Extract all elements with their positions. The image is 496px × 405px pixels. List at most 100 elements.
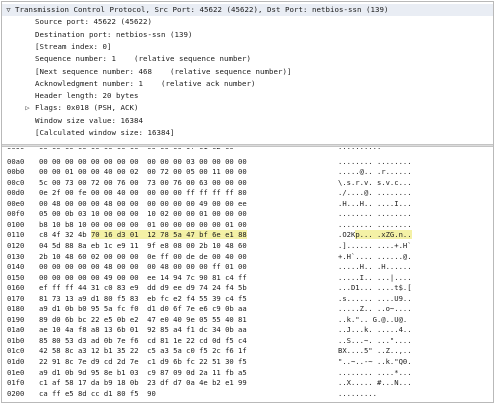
hex-row[interactable]: 00e0 00 48 00 00 00 48 00 00 00 00 00 00 … (2, 199, 493, 209)
hex-bytes-text: 81 73 13 a9 d1 80 f5 83 eb fc e2 f4 55 3… (39, 293, 247, 303)
hex-bytes-text: 00 00 00 00 00 48 00 00 00 48 00 00 00 f… (39, 262, 247, 272)
hex-ascii: .s...... ....U9.. (338, 294, 412, 304)
hex-row[interactable]: 01c0 42 58 8c a3 12 b1 35 22 c5 a3 5a c0 … (2, 346, 493, 356)
hex-row[interactable]: 01a0 ae 10 4a f8 a8 13 6b 01 92 85 a4 f1 … (2, 325, 493, 335)
hex-ascii-text: .]...... ....+.H` (338, 240, 412, 250)
tree-item-field[interactable]: Sequence number: 1 (relative sequence nu… (2, 53, 493, 65)
hex-row[interactable]: 0110 c8 4f 32 4b 70 16 d3 01 12 78 5a 47 … (2, 230, 493, 240)
hex-ascii: ......... (338, 389, 377, 399)
hex-bytes: b8 10 b8 10 00 00 00 00 01 00 00 00 00 0… (39, 220, 247, 230)
tree-item-field[interactable]: ▷ Flags: 0x018 (PSH, ACK) (2, 102, 493, 114)
hex-ascii: .......... (338, 148, 381, 152)
hex-bytes: 00 00 01 00 00 40 00 02 00 72 00 05 00 1… (39, 167, 247, 177)
hex-ascii-text: .....@.. .r...... (338, 167, 412, 177)
hex-bytes: 00 00 00 00 00 00 00 00 00 00 00 9f 01 0… (39, 148, 234, 152)
hex-ascii: ........ ........ (338, 157, 412, 167)
hex-ascii: .....@.. .r...... (338, 167, 412, 177)
expand-arrow-icon[interactable]: ▷ (23, 102, 32, 114)
hex-ascii: .....Z.. ..o~.... (338, 304, 412, 314)
hex-ascii-text: .H...H.. ....I... (338, 198, 412, 208)
hex-row[interactable]: 01d0 22 91 8c 7e d9 cd 2d 7e c1 d9 6b fc … (2, 357, 493, 367)
packet-bytes-pane: 0090 00 00 00 00 00 00 00 00 00 00 00 9f … (2, 148, 493, 402)
tree-item-field[interactable]: Acknowledgment number: 1 (relative ack n… (2, 78, 493, 90)
tree-item-field[interactable]: Window size value: 16384 (2, 115, 493, 127)
hex-ascii: "..~..-~ ..k."Q0. (338, 357, 412, 367)
hex-row[interactable]: 01f0 c1 af 58 17 da b9 18 0b 23 df d7 0a … (2, 378, 493, 388)
hex-ascii-text: ...D1... ....t$.[ (338, 283, 412, 293)
collapse-arrow-icon[interactable]: ▽ (4, 4, 13, 16)
hex-ascii-text: ........ ........ (338, 156, 412, 166)
hex-row[interactable]: 00c0 5c 00 73 00 72 00 76 00 73 00 76 00 … (2, 178, 493, 188)
tree-item-field[interactable]: Header length: 20 bytes (2, 90, 493, 102)
hex-ascii-text: ..k.".. G.@..U@. (338, 314, 408, 324)
hex-ascii: .....I.. ...|.... (338, 273, 412, 283)
hex-bytes-text: a9 d1 0b 9d 95 8e b1 03 c9 87 09 0d 2a 1… (39, 367, 247, 377)
hex-ascii-text: ..X..... #...N... (338, 378, 412, 388)
hex-row[interactable]: 00d0 0e 2f 00 fe 00 00 40 00 00 00 00 ff … (2, 188, 493, 198)
hex-row[interactable]: 0120 04 5d 88 8a eb 1c e9 11 9f e8 08 00 … (2, 241, 493, 251)
hex-bytes: 00 00 00 00 00 48 00 00 00 48 00 00 00 f… (39, 262, 247, 272)
hex-row[interactable]: 00b0 00 00 01 00 00 40 00 02 00 72 00 05 … (2, 167, 493, 177)
hex-bytes-text: b8 10 b8 10 00 00 00 00 01 00 00 00 00 0… (39, 219, 247, 229)
tree-item-tcp[interactable]: ▽ Transmission Control Protocol, Src Port… (2, 4, 493, 16)
hex-bytes-text: 00 00 00 00 00 00 00 00 00 00 00 03 00 0… (39, 156, 247, 166)
hex-ascii: +.H`.... ......@. (338, 252, 412, 262)
hex-bytes: 04 5d 88 8a eb 1c e9 11 9f e8 08 00 2b 1… (39, 241, 247, 251)
hex-row[interactable]: 00a0 00 00 00 00 00 00 00 00 00 00 00 03 … (2, 157, 493, 167)
tree-item-label: Transmission Control Protocol, Src Port:… (15, 5, 389, 14)
hex-ascii: ........ ........ (338, 209, 412, 219)
hex-bytes: 89 d0 6b bc 22 e5 0b e2 47 e0 40 9e 05 5… (39, 315, 247, 325)
hex-offset: 0150 (7, 272, 25, 282)
tree-item-field[interactable]: [Stream index: 0] (2, 41, 493, 53)
hex-bytes: ae 10 4a f8 a8 13 6b 01 92 85 a4 f1 dc 3… (39, 325, 247, 335)
hex-bytes: a9 d1 0b 9d 95 8e b1 03 c9 87 09 0d 2a 1… (39, 368, 247, 378)
hex-offset: 00a0 (7, 156, 25, 166)
hex-ascii-text: +.H`.... ......@. (338, 251, 412, 261)
hex-offset: 0180 (7, 304, 25, 314)
hex-row[interactable]: 0180 a9 d1 0b b0 95 5a fc f0 d1 d0 6f 7e … (2, 304, 493, 314)
hex-ascii-text: .s...... ....U9.. (338, 293, 412, 303)
hex-ascii-text: BX....5" ..Z..,.. (338, 346, 412, 356)
tree-item-label: [Stream index: 0] (35, 41, 112, 51)
tree-item-label: Flags: 0x018 (PSH, ACK) (35, 103, 139, 113)
hex-bytes: 22 91 8c 7e d9 cd 2d 7e c1 d9 6b fc 22 5… (39, 357, 247, 367)
hex-row[interactable]: 0160 ef ff ff 44 31 c0 83 e9 dd d9 ee d9 … (2, 283, 493, 293)
tree-item-label: Acknowledgment number: 1 (relative ack n… (35, 78, 256, 88)
tree-item-field[interactable]: Source port: 45622 (45622) (2, 16, 493, 28)
hex-row[interactable]: 0170 81 73 13 a9 d1 80 f5 83 eb fc e2 f4 … (2, 294, 493, 304)
hex-row[interactable]: 0100 b8 10 b8 10 00 00 00 00 01 00 00 00 … (2, 220, 493, 230)
hex-row[interactable]: 0200 ca ff e5 8d cc d1 80 f5 90......... (2, 389, 493, 399)
hex-bytes-text: 00 00 00 00 00 00 00 00 00 00 00 9f 01 0… (39, 148, 234, 151)
hex-row[interactable]: 01b0 85 80 53 d3 ad 0b 7e f6 cd 81 1e 22 … (2, 336, 493, 346)
hex-bytes-text: 42 58 8c a3 12 b1 35 22 c5 a3 5a c0 f5 2… (39, 346, 247, 356)
tree-item-field[interactable]: [Next sequence number: 468 (relative seq… (2, 66, 493, 78)
packet-details-tree: ▽ Transmission Control Protocol, Src Port… (2, 2, 493, 143)
pane-splitter[interactable] (2, 144, 493, 147)
hex-bytes: 81 73 13 a9 d1 80 f5 83 eb fc e2 f4 55 3… (39, 294, 247, 304)
hex-ascii: ........ ....*... (338, 368, 412, 378)
hex-row[interactable]: 0090 00 00 00 00 00 00 00 00 00 00 00 9f … (2, 148, 493, 152)
hex-row[interactable]: 0190 89 d0 6b bc 22 e5 0b e2 47 e0 40 9e … (2, 315, 493, 325)
hex-ascii: .....H.. .H...... (338, 262, 412, 272)
hex-bytes-text: 0e 2f 00 fe 00 00 40 00 00 00 00 ff ff f… (39, 188, 247, 198)
tree-item-field[interactable]: [Calculated window size: 16384] (2, 127, 493, 139)
hex-bytes-text: 05 00 0b 03 10 00 00 00 10 02 00 00 01 0… (39, 209, 247, 219)
hex-row[interactable]: 0150 00 00 00 00 00 49 00 00 ee 14 94 7c … (2, 273, 493, 283)
tree-item-field[interactable]: Destination port: netbios-ssn (139) (2, 29, 493, 41)
hex-offset: 01b0 (7, 335, 25, 345)
hex-row[interactable]: 01e0 a9 d1 0b 9d 95 8e b1 03 c9 87 09 0d … (2, 368, 493, 378)
hex-offset: 01a0 (7, 325, 25, 335)
hex-bytes: 00 00 00 00 00 49 00 00 ee 14 94 7c 90 8… (39, 273, 247, 283)
hex-row[interactable]: 00f0 05 00 0b 03 10 00 00 00 10 02 00 00 … (2, 209, 493, 219)
hex-bytes-text: c1 af 58 17 da b9 18 0b 23 df d7 0a 4e b… (39, 378, 247, 388)
hex-row[interactable]: 0130 2b 10 48 60 02 00 00 00 0e ff 00 de … (2, 252, 493, 262)
hex-ascii: ..k.".. G.@..U@. (338, 315, 407, 325)
hex-bytes: 00 48 00 00 00 48 00 00 00 00 00 00 49 0… (39, 199, 247, 209)
hex-row[interactable]: 0140 00 00 00 00 00 48 00 00 00 48 00 00 … (2, 262, 493, 272)
hex-bytes-text: 00 48 00 00 00 48 00 00 00 00 00 00 49 0… (39, 198, 247, 208)
hex-ascii-selected: p... .xZG.n.. (355, 230, 412, 240)
hex-offset: 01f0 (7, 378, 25, 388)
hex-ascii-text: ........ ........ (338, 209, 412, 219)
hex-ascii-text: ./....@. ........ (338, 188, 412, 198)
hex-offset: 0160 (7, 283, 25, 293)
